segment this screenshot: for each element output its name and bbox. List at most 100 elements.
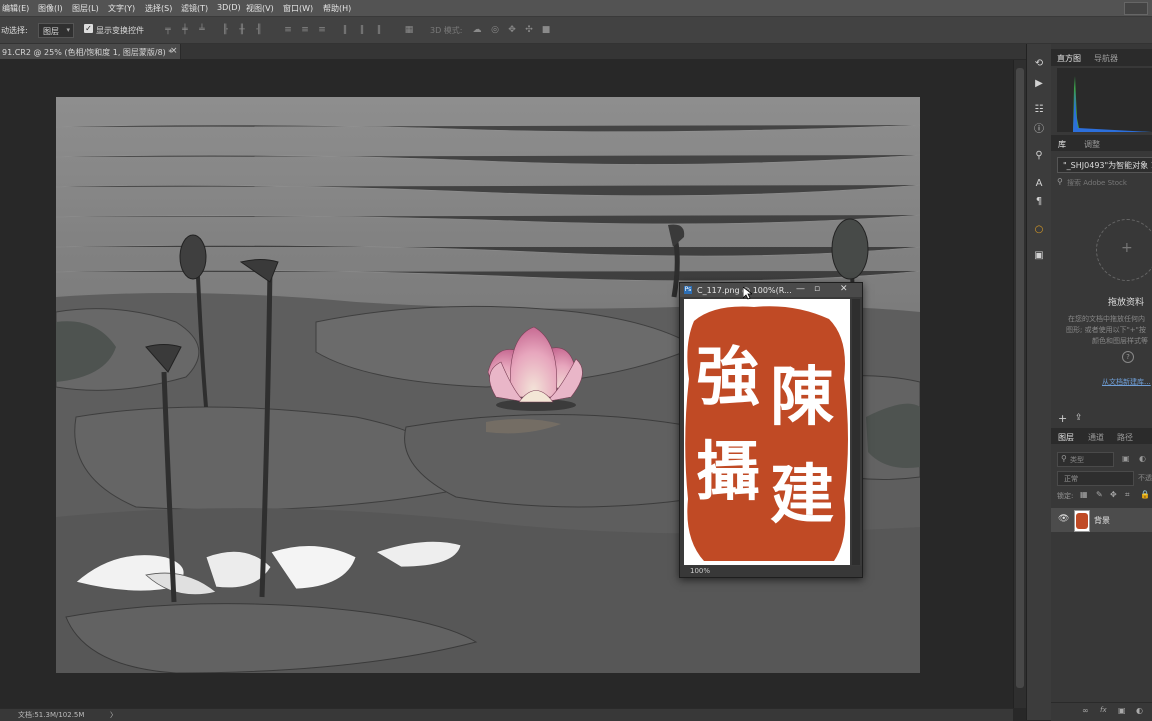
3d-slide-icon[interactable]: ✣: [524, 25, 534, 35]
seal-char-3: 強: [696, 340, 760, 415]
minimize-icon[interactable]: —: [796, 284, 805, 294]
actions-play-icon[interactable]: ▶: [1033, 78, 1045, 90]
show-transform-checkbox[interactable]: ✓: [84, 24, 93, 33]
seal-char-1: 陳: [770, 360, 834, 435]
show-transform-label: 显示变换控件: [96, 26, 144, 35]
menu-type[interactable]: 文字(Y): [108, 3, 135, 14]
options-bar: 动选择: 图层 ▾ ✓ 显示变换控件 ╤ ╪ ╧ ╟ ╫ ╢ ≡ ≡ ≡ ‖ ‖ …: [0, 17, 1152, 44]
seal-image[interactable]: 陳 建 強 攝: [684, 299, 850, 565]
lock-all-icon[interactable]: 🔒: [1140, 490, 1150, 499]
3d-orbit-icon[interactable]: ☁: [472, 25, 482, 35]
auto-align-icon[interactable]: ▦: [404, 25, 414, 35]
document-size[interactable]: 文档:51.3M/102.5M: [18, 710, 84, 720]
menu-edit[interactable]: 编辑(E): [2, 3, 29, 14]
layers-panel-tabs: 图层 通道 路径: [1051, 428, 1152, 444]
seal-char-4: 攝: [696, 435, 760, 510]
align-hcenter-icon[interactable]: ╫: [237, 25, 247, 35]
blend-mode-dropdown[interactable]: 正常: [1057, 471, 1134, 486]
menu-view[interactable]: 视图(V): [246, 3, 274, 14]
auto-select-dropdown[interactable]: 图层 ▾: [38, 23, 74, 38]
adjustment-layer-icon[interactable]: ◐: [1136, 706, 1143, 715]
eye-icon[interactable]: 👁: [1058, 514, 1069, 524]
align-top-icon[interactable]: ╤: [163, 25, 173, 35]
floating-document-window[interactable]: Ps C_117.png @ 100%(R... — ▫ ✕ 陳 建 強 攝 1…: [679, 282, 863, 578]
link-layers-icon[interactable]: ∞: [1082, 706, 1089, 715]
help-icon[interactable]: ?: [1122, 351, 1134, 363]
floating-window-scrollbar[interactable]: [852, 299, 860, 565]
distribute-top-icon[interactable]: ≡: [283, 25, 293, 35]
menu-layer[interactable]: 图层(L): [72, 3, 99, 14]
menu-3d[interactable]: 3D(D): [217, 3, 241, 12]
close-icon[interactable]: ×: [170, 46, 178, 56]
scrollbar-thumb[interactable]: [1016, 68, 1024, 688]
mode-3d-label: 3D 模式:: [430, 26, 463, 35]
tab-channels[interactable]: 通道: [1088, 432, 1104, 443]
tab-adjustments[interactable]: 调整: [1084, 139, 1100, 150]
create-from-doc-link[interactable]: 从文档新建库...: [1102, 377, 1151, 387]
histogram-graph: [1057, 68, 1152, 132]
upload-icon[interactable]: ⇪: [1075, 413, 1083, 423]
maximize-icon[interactable]: ▫: [814, 284, 820, 294]
document-tab[interactable]: 91.CR2 @ 25% (色相/饱和度 1, 图层蒙版/8) * ×: [0, 44, 181, 59]
tab-libraries[interactable]: 库: [1058, 139, 1066, 150]
libraries-icon[interactable]: ▣: [1033, 250, 1045, 262]
window-collapse-button[interactable]: [1124, 2, 1148, 15]
filter-adjust-icon[interactable]: ◐: [1139, 454, 1146, 463]
lock-paint-icon[interactable]: ✎: [1096, 490, 1103, 499]
filter-pixel-icon[interactable]: ▣: [1122, 454, 1130, 463]
history-icon[interactable]: ⟲: [1033, 58, 1045, 70]
3d-pan-icon[interactable]: ✥: [507, 25, 517, 35]
canvas-vertical-scrollbar[interactable]: [1013, 60, 1026, 708]
add-icon[interactable]: +: [1121, 240, 1133, 256]
floating-window-status: 100%: [680, 566, 862, 577]
layer-filter-placeholder: 类型: [1070, 456, 1084, 464]
align-bottom-icon[interactable]: ╧: [197, 25, 207, 35]
add-mask-icon[interactable]: ▣: [1118, 706, 1126, 715]
menu-window[interactable]: 窗口(W): [283, 3, 313, 14]
fx-icon[interactable]: fx: [1100, 706, 1107, 714]
properties-icon[interactable]: ☷: [1033, 104, 1045, 116]
drag-desc-3: 颜色和图层样式等: [1092, 337, 1148, 345]
layer-name[interactable]: 背景: [1094, 515, 1110, 526]
info-icon[interactable]: ⓘ: [1033, 124, 1045, 136]
align-right-icon[interactable]: ╢: [254, 25, 264, 35]
library-search[interactable]: ⚲ 搜索 Adobe Stock: [1053, 177, 1152, 190]
panel-icon-column: ⟲ ▶ ☷ ⓘ ⚲ A ¶ ○ ▣: [1026, 44, 1052, 720]
distribute-bottom-icon[interactable]: ≡: [317, 25, 327, 35]
drag-desc-1: 在您的文档中拖放任何内: [1068, 315, 1145, 323]
menu-image[interactable]: 图像(I): [38, 3, 63, 14]
menu-select[interactable]: 选择(S): [145, 3, 172, 14]
tab-navigator[interactable]: 导航器: [1094, 53, 1118, 64]
tab-layers[interactable]: 图层: [1058, 432, 1074, 443]
tab-paths[interactable]: 路径: [1117, 432, 1133, 443]
floating-window-zoom[interactable]: 100%: [690, 567, 710, 575]
menu-help[interactable]: 帮助(H): [323, 3, 351, 14]
library-dropdown[interactable]: "_SHJ0493"为智能对象 1: [1057, 157, 1152, 173]
align-vcenter-icon[interactable]: ╪: [180, 25, 190, 35]
search-icon: ⚲: [1057, 177, 1063, 186]
new-library-icon[interactable]: +: [1058, 412, 1067, 425]
3d-scale-icon[interactable]: ■: [541, 25, 551, 35]
document-tab-label: 91.CR2 @ 25% (色相/饱和度 1, 图层蒙版/8) *: [2, 48, 173, 57]
layer-filter-search[interactable]: ⚲ 类型: [1057, 452, 1114, 467]
close-icon[interactable]: ✕: [840, 284, 848, 294]
distribute-hcenter-icon[interactable]: ‖: [357, 25, 367, 35]
histogram-panel-tabs: 直方图 导航器: [1051, 49, 1152, 66]
floating-window-titlebar[interactable]: Ps C_117.png @ 100%(R... — ▫ ✕: [680, 283, 862, 297]
status-arrow-icon[interactable]: 〉: [110, 710, 117, 720]
menu-filter[interactable]: 滤镜(T): [181, 3, 208, 14]
lock-position-icon[interactable]: ✥: [1110, 490, 1117, 499]
3d-roll-icon[interactable]: ◎: [490, 25, 500, 35]
distribute-left-icon[interactable]: ‖: [340, 25, 350, 35]
lock-artboard-icon[interactable]: ⌗: [1125, 490, 1130, 500]
paragraph-icon[interactable]: ¶: [1033, 196, 1045, 208]
character-icon[interactable]: A: [1033, 178, 1045, 190]
distribute-right-icon[interactable]: ‖: [374, 25, 384, 35]
align-left-icon[interactable]: ╟: [220, 25, 230, 35]
distribute-vcenter-icon[interactable]: ≡: [300, 25, 310, 35]
circle-tool-icon[interactable]: ○: [1033, 224, 1045, 236]
adjust-user-icon[interactable]: ⚲: [1033, 150, 1045, 162]
layers-panel-footer: ∞ fx ▣ ◐: [1051, 702, 1152, 721]
lock-transparency-icon[interactable]: ▦: [1080, 490, 1088, 499]
tab-histogram[interactable]: 直方图: [1057, 53, 1081, 64]
